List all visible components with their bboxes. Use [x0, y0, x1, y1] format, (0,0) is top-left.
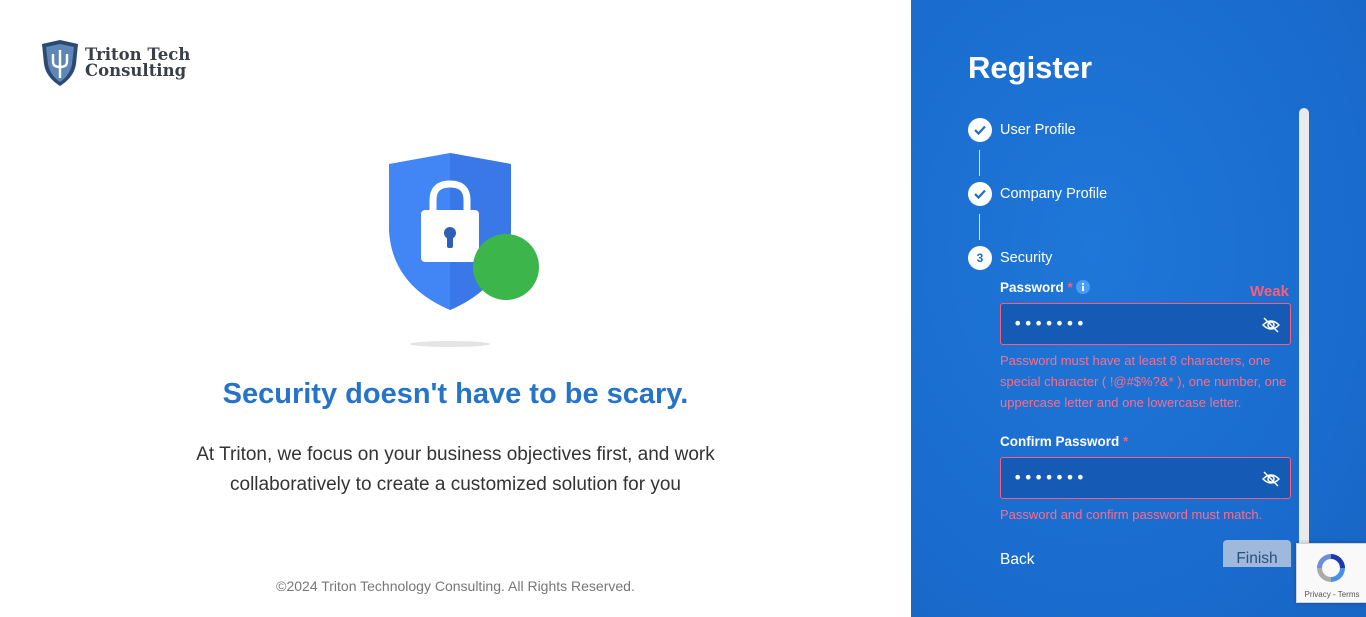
triton-shield-logo-icon — [42, 40, 78, 86]
password-strength: Weak — [1250, 283, 1289, 300]
password-input[interactable]: ••••••• — [1000, 303, 1291, 345]
password-error: Password must have at least 8 characters… — [1000, 350, 1300, 413]
finish-button[interactable]: Finish — [1223, 540, 1291, 567]
confirm-password-label-text: Confirm Password — [1000, 434, 1120, 449]
password-label: Password * — [1000, 280, 1073, 295]
check-icon — [968, 118, 992, 142]
hero-subtext-line1: At Triton, we focus on your business obj… — [196, 444, 715, 465]
confirm-password-value: ••••••• — [1013, 468, 1087, 487]
step-connector — [979, 150, 980, 176]
copyright-text: ©2024 Triton Technology Consulting. All … — [276, 578, 635, 594]
register-title: Register — [968, 50, 1093, 85]
register-panel: Register User Profile Company Profile 3 … — [911, 0, 1366, 617]
password-error-line3: uppercase letter and one lowercase lette… — [1000, 395, 1242, 410]
step-security[interactable]: 3 Security — [968, 246, 1052, 270]
step-label: User Profile — [1000, 122, 1076, 138]
brand-name: Triton Tech Consulting — [85, 46, 190, 80]
password-label-text: Password — [1000, 280, 1064, 295]
step-label: Company Profile — [1000, 186, 1108, 202]
step-label: Security — [1000, 250, 1053, 266]
back-button[interactable]: Back — [1000, 540, 1060, 580]
confirm-password-label: Confirm Password * — [1000, 434, 1128, 449]
security-shield-illustration — [389, 153, 539, 347]
required-mark: * — [1067, 280, 1073, 295]
step-connector — [979, 214, 980, 240]
hero-subtext: At Triton, we focus on your business obj… — [160, 440, 751, 500]
brand-logo[interactable]: Triton Tech Consulting — [40, 40, 190, 86]
brand-name-line2: Consulting — [85, 61, 187, 80]
recaptcha-icon — [1317, 554, 1345, 582]
eye-slash-icon[interactable] — [1262, 316, 1280, 334]
info-icon[interactable] — [1076, 280, 1090, 294]
confirm-password-error: Password and confirm password must match… — [1000, 507, 1263, 522]
required-mark: * — [1123, 434, 1129, 449]
step-company-profile[interactable]: Company Profile — [968, 182, 1107, 206]
hero-subtext-line2: collaboratively to create a customized s… — [230, 474, 681, 495]
panel-scrollbar[interactable] — [1299, 108, 1309, 558]
hero-headline: Security doesn't have to be scary. — [222, 378, 689, 410]
confirm-password-input[interactable]: ••••••• — [1000, 457, 1291, 499]
password-value: ••••••• — [1013, 314, 1087, 333]
step-number: 3 — [968, 246, 992, 270]
check-icon — [968, 182, 992, 206]
password-error-line1: Password must have at least 8 characters… — [1000, 353, 1271, 368]
step-user-profile[interactable]: User Profile — [968, 118, 1076, 142]
recaptcha-badge[interactable]: Privacy - Terms — [1296, 543, 1366, 603]
recaptcha-links[interactable]: Privacy - Terms — [1297, 590, 1366, 599]
password-error-line2: special character ( !@#$%?&* ), one numb… — [1000, 374, 1287, 389]
left-panel: Triton Tech Consulting Security doesn't … — [0, 0, 911, 617]
eye-slash-icon[interactable] — [1262, 470, 1280, 488]
